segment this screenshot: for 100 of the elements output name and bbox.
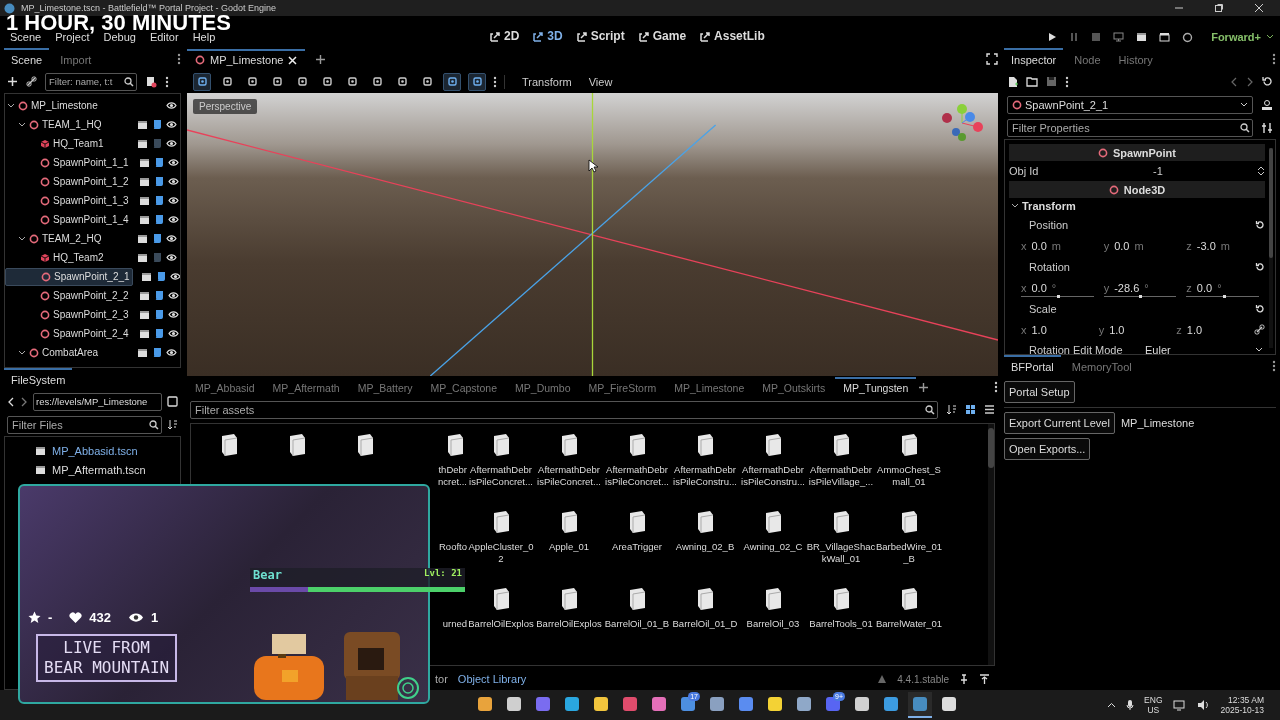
play-icon[interactable] [1047, 32, 1058, 42]
eye-icon[interactable] [167, 310, 179, 319]
viewport-menu[interactable]: View [588, 75, 613, 88]
pin-icon[interactable] [959, 673, 969, 685]
tree-item[interactable]: SpawnPoint_2_2 [5, 286, 131, 305]
eye-icon[interactable] [166, 253, 177, 262]
clapper-icon[interactable] [138, 328, 150, 339]
vector-field[interactable]: x 0.0 m [1021, 236, 1100, 255]
kebab-menu-icon[interactable] [1272, 360, 1276, 372]
clapper-icon[interactable] [138, 214, 150, 225]
open-exports-button[interactable]: Open Exports... [1004, 438, 1091, 460]
filter-field[interactable]: Filter Files [7, 415, 162, 434]
dock-tab[interactable]: Import [53, 48, 99, 70]
reset-icon[interactable] [1255, 261, 1265, 272]
eye-icon[interactable] [166, 348, 177, 357]
script-icon[interactable] [153, 214, 164, 225]
library-tab[interactable]: MP_Aftermath [264, 377, 348, 397]
eye-icon[interactable] [167, 177, 179, 186]
library-tab[interactable]: MP_FireStorm [580, 377, 665, 397]
script-icon[interactable] [145, 75, 157, 88]
perspective-menu[interactable]: Perspective [193, 99, 258, 114]
kebab-menu-icon[interactable] [177, 53, 181, 65]
folder-icon[interactable] [1026, 76, 1038, 87]
dropdown-field[interactable]: Euler [1145, 344, 1265, 354]
stop-icon[interactable] [1091, 32, 1102, 42]
bottom-panel-tab[interactable]: Object Library [457, 673, 527, 685]
path-field[interactable]: res://levels/MP_Limestone [33, 392, 162, 411]
tree-item[interactable]: SpawnPoint_1_4 [5, 210, 131, 229]
main-screen-tab[interactable]: 2D [490, 29, 520, 43]
library-tab[interactable]: MP_Abbasid [187, 377, 263, 397]
forward-icon[interactable] [20, 396, 28, 407]
vector-field[interactable]: y 1.0 [1098, 320, 1173, 339]
vector-field[interactable]: z 0.0 ° [1186, 278, 1265, 297]
tree-item[interactable]: SpawnPoint_1_1 [5, 153, 131, 172]
taskbar-app[interactable] [908, 692, 932, 718]
filter-field[interactable]: Filter assets [190, 400, 938, 419]
sort-icon[interactable] [167, 419, 178, 430]
tree-item[interactable]: MP_Limestone [5, 96, 100, 115]
kebab-menu-icon[interactable] [994, 381, 998, 393]
pause-icon[interactable] [1069, 32, 1080, 42]
script-icon[interactable] [153, 290, 164, 301]
export-level-button[interactable]: Export Current Level [1004, 412, 1115, 434]
main-screen-tab[interactable]: 3D [533, 29, 563, 43]
file-item[interactable]: MP_Aftermath.tscn [35, 460, 180, 479]
script-icon[interactable] [152, 119, 162, 130]
portal-setup-button[interactable]: Portal Setup [1004, 381, 1075, 403]
slider-handle[interactable] [1057, 294, 1061, 298]
vector-field[interactable]: y 0.0 m [1103, 236, 1183, 255]
tree-item[interactable]: SpawnPoint_2_1 [5, 267, 133, 286]
eye-icon[interactable] [167, 158, 179, 167]
panel-icon[interactable] [167, 396, 178, 407]
vector-field[interactable]: y -28.6 ° [1103, 278, 1183, 297]
library-tab[interactable]: MP_Capstone [422, 377, 506, 397]
menu-item[interactable]: Scene [10, 31, 42, 43]
filter-field[interactable]: Filter Properties [1007, 118, 1253, 137]
clapper-icon[interactable] [138, 309, 150, 320]
close-icon[interactable] [1254, 3, 1264, 13]
slider-handle[interactable] [1222, 294, 1226, 298]
script-icon[interactable] [153, 176, 164, 187]
library-tab[interactable]: MP_Tungsten [835, 377, 917, 397]
language-indicator[interactable]: ENG US [1144, 695, 1163, 715]
menu-item[interactable]: Editor [149, 31, 179, 43]
slider-handle[interactable] [1138, 294, 1142, 298]
node-selector[interactable]: SpawnPoint_2_1 [1007, 95, 1253, 114]
clapper-icon[interactable] [137, 347, 148, 358]
number-field[interactable]: -1 [1133, 165, 1265, 177]
viewport-menu[interactable]: Transform [522, 75, 572, 88]
filter-options-icon[interactable] [1261, 121, 1273, 134]
forward-icon[interactable] [1246, 76, 1254, 87]
eye-icon[interactable] [167, 329, 179, 338]
menu-item[interactable]: Project [55, 31, 90, 43]
clapper-icon[interactable] [1159, 32, 1171, 42]
microphone-icon[interactable] [1126, 699, 1135, 711]
tree-item[interactable]: SpawnPoint_1_2 [5, 172, 131, 191]
restore-icon[interactable] [1214, 3, 1224, 13]
filter-field[interactable]: Filter: name, t:t [45, 72, 137, 91]
list-view-icon[interactable] [984, 404, 995, 415]
kebab-menu-icon[interactable] [493, 75, 497, 88]
script-icon[interactable] [153, 309, 164, 320]
menu-item[interactable]: Help [192, 31, 216, 43]
document-tab[interactable]: MP_Limestone [187, 49, 306, 69]
eye-icon[interactable] [167, 196, 179, 205]
dock-tab[interactable]: Node [1067, 48, 1108, 70]
fullscreen-icon[interactable] [986, 53, 998, 65]
network-icon[interactable] [1172, 699, 1187, 711]
dock-tab[interactable]: BFPortal [1004, 355, 1061, 377]
renderer-dropdown[interactable]: Forward+ [1211, 31, 1274, 43]
vector-field[interactable]: x 1.0 [1021, 320, 1095, 339]
expand-panel-icon[interactable] [979, 673, 990, 685]
library-tab[interactable]: MP_Outskirts [754, 377, 834, 397]
tree-item[interactable]: SpawnPoint_1_3 [5, 191, 131, 210]
file-item[interactable]: MP_Abbasid.tscn [35, 441, 180, 460]
eye-icon[interactable] [166, 234, 177, 243]
clock[interactable]: 12:35 AM 2025-10-13 [1220, 695, 1264, 715]
main-screen-tab[interactable]: Script [576, 29, 625, 43]
reset-icon[interactable] [1255, 219, 1265, 230]
script-icon[interactable] [153, 157, 164, 168]
menu-item[interactable]: Debug [103, 31, 136, 43]
volume-icon[interactable] [1196, 699, 1211, 711]
script-icon[interactable] [152, 233, 162, 244]
